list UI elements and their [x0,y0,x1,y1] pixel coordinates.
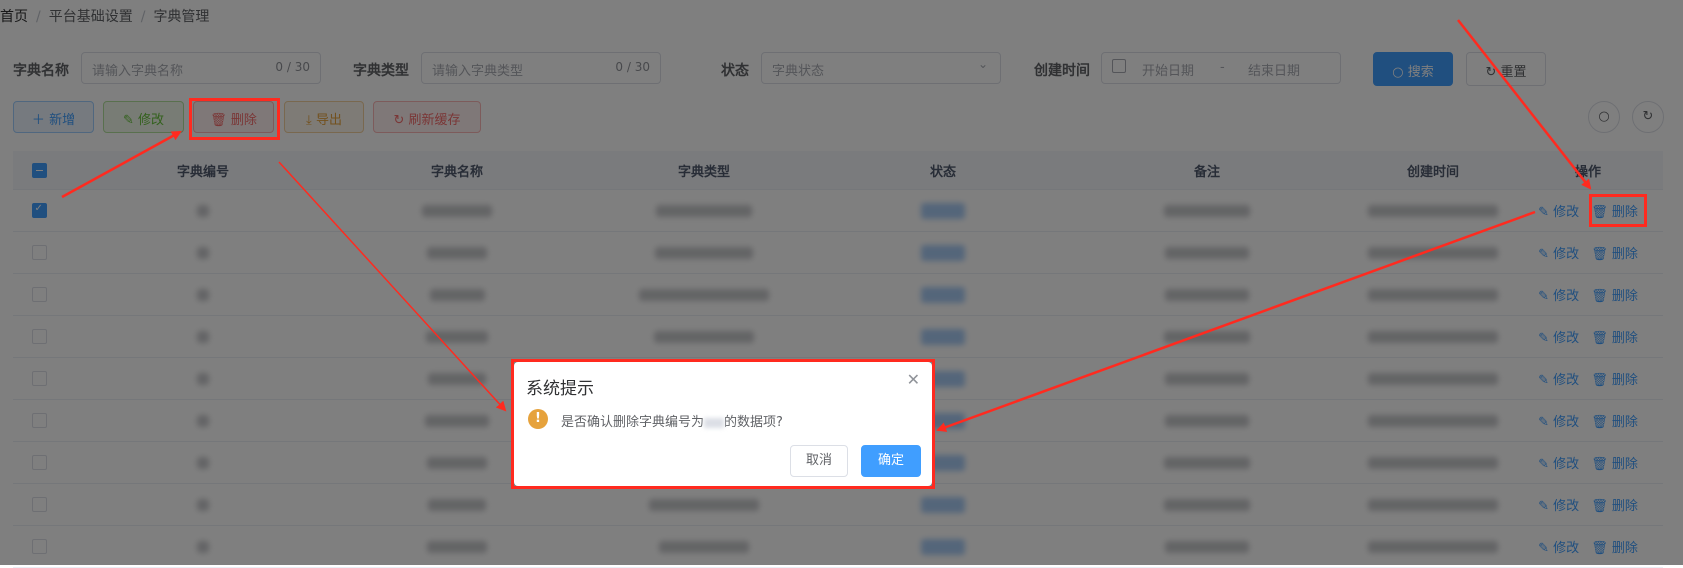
dialog-message-suffix: 的数据项? [724,415,783,430]
dialog-message-prefix: 是否确认删除字典编号为 [561,415,705,430]
cancel-button[interactable]: 取消 [790,445,848,477]
dialog-title: 系统提示 [526,379,594,399]
warning-icon: ! [528,409,548,429]
confirm-button[interactable]: 确定 [861,445,921,477]
dialog-message: 是否确认删除字典编号为 的数据项? [561,411,783,430]
redacted-dict-id [704,417,725,428]
close-icon[interactable]: ✕ [907,370,920,389]
confirm-dialog: 系统提示 ✕ ! 是否确认删除字典编号为 的数据项? 取消 确定 [514,362,932,486]
